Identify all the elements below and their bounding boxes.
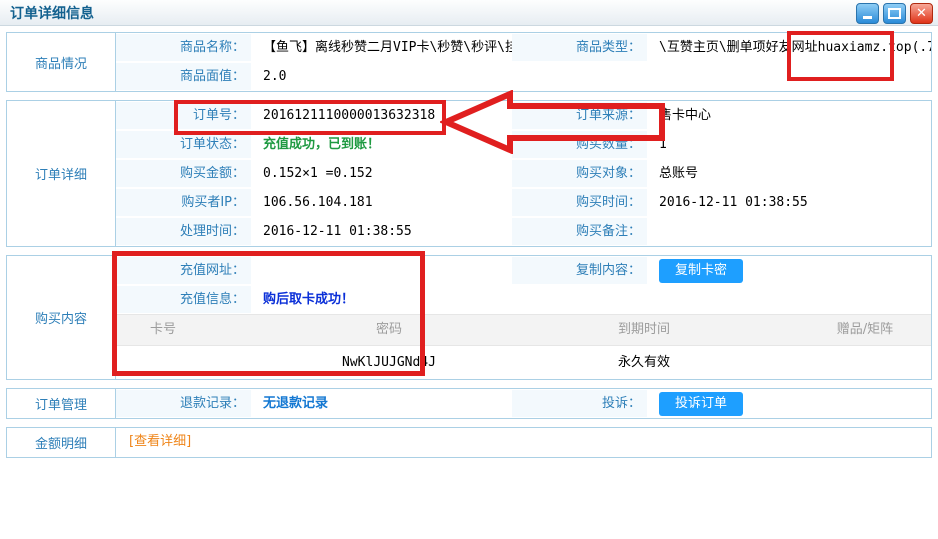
panel-order: 订单详细 订单号： 2016121110000013632318 订单来源： 售…: [6, 100, 932, 247]
password-cell: NwKlJUJGNd4J: [289, 346, 489, 379]
buy-quantity-label: 购买数量：: [512, 131, 647, 158]
panel-manage: 订单管理 退款记录： 无退款记录 投诉： 投诉订单: [6, 388, 932, 419]
order-status-label: 订单状态：: [116, 131, 251, 158]
page-title: 订单详细信息: [10, 3, 94, 23]
row-recharge-info: 充值信息： 购后取卡成功！: [116, 285, 931, 314]
product-type-value: \互赞主页\删单项好友网址huaxiamz.top(.7517: [647, 33, 931, 62]
maximize-button[interactable]: [883, 3, 906, 24]
buy-time-label: 购买时间：: [512, 189, 647, 216]
order-status-value: 充值成功，已到账！: [251, 130, 512, 159]
process-time-value: 2016-12-11 01:38:55: [251, 217, 512, 246]
section-title-purchase: 购买内容: [7, 256, 116, 379]
card-no-header: 卡号: [116, 315, 289, 345]
panel-amount: 金额明细 [查看详细]: [6, 427, 932, 458]
buyer-ip-label: 购买者IP：: [116, 189, 251, 216]
buy-amount-label: 购买金额：: [116, 160, 251, 187]
buy-target-value: 总账号: [647, 159, 931, 188]
order-no-value: 2016121110000013632318: [251, 101, 512, 130]
buy-quantity-value: 1: [647, 130, 931, 159]
buy-remark-value: [647, 217, 931, 246]
expiry-cell: 永久有效: [489, 346, 799, 379]
card-table-header: 卡号 密码 到期时间 赠品/矩阵: [116, 314, 931, 346]
expiry-header: 到期时间: [489, 315, 799, 345]
card-no-cell: [116, 346, 289, 379]
row-order-3: 购买者IP： 106.56.104.181 购买时间： 2016-12-11 0…: [116, 188, 931, 217]
recharge-info-label: 充值信息：: [116, 286, 251, 313]
copy-card-secret-button[interactable]: 复制卡密: [659, 259, 743, 283]
row-order-4: 处理时间： 2016-12-11 01:38:55 购买备注：: [116, 217, 931, 246]
section-title-order: 订单详细: [7, 101, 116, 246]
buy-target-label: 购买对象：: [512, 160, 647, 187]
maximize-icon: [888, 8, 901, 19]
card-table-row: NwKlJUJGNd4J 永久有效: [116, 346, 931, 379]
row-order-1: 订单状态： 充值成功，已到账！ 购买数量： 1: [116, 130, 931, 159]
row-recharge-url: 充值网址： 复制内容： 复制卡密: [116, 256, 931, 285]
row-order-0: 订单号： 2016121110000013632318 订单来源： 售卡中心: [116, 101, 931, 130]
recharge-url-label: 充值网址：: [116, 257, 251, 284]
row-product-face: 商品面值： 2.0: [116, 62, 931, 91]
titlebar: 订单详细信息: [0, 0, 938, 26]
row-product-name-type: 商品名称： 【鱼飞】离线秒赞二月VIP卡\秒赞\秒评\挂挂 商品类型： \互赞主…: [116, 33, 931, 62]
refund-record-label: 退款记录：: [116, 390, 251, 417]
product-face-value: 2.0: [251, 62, 512, 91]
buyer-ip-value: 106.56.104.181: [251, 188, 512, 217]
row-amount: [查看详细]: [116, 428, 931, 457]
gift-header: 赠品/矩阵: [799, 315, 931, 345]
row-manage: 退款记录： 无退款记录 投诉： 投诉订单: [116, 389, 931, 418]
product-name-label: 商品名称：: [116, 34, 251, 61]
section-title-manage: 订单管理: [7, 389, 116, 418]
recharge-info-value: 购后取卡成功！: [251, 285, 512, 314]
section-title-product: 商品情况: [7, 33, 116, 91]
product-type-label: 商品类型：: [512, 34, 647, 61]
panel-purchase: 购买内容 充值网址： 复制内容： 复制卡密 充值信息： 购后取卡成功！ 卡号 密…: [6, 255, 932, 380]
complaint-label: 投诉：: [512, 390, 647, 417]
panel-product: 商品情况 商品名称： 【鱼飞】离线秒赞二月VIP卡\秒赞\秒评\挂挂 商品类型：…: [6, 32, 932, 92]
section-title-amount: 金额明细: [7, 428, 116, 457]
product-name-value: 【鱼飞】离线秒赞二月VIP卡\秒赞\秒评\挂挂: [251, 33, 512, 62]
view-detail-link[interactable]: [查看详细]: [116, 428, 191, 457]
order-source-label: 订单来源：: [512, 102, 647, 129]
copy-content-label: 复制内容：: [512, 257, 647, 284]
minimize-button[interactable]: [856, 3, 879, 24]
close-button[interactable]: ✕: [910, 3, 933, 24]
refund-record-value: 无退款记录: [251, 389, 512, 418]
complain-order-button[interactable]: 投诉订单: [659, 392, 743, 416]
order-no-label: 订单号：: [116, 102, 251, 129]
password-header: 密码: [289, 315, 489, 345]
gift-cell: [799, 346, 931, 379]
minimize-icon: [863, 16, 872, 19]
row-order-2: 购买金额： 0.152×1 =0.152 购买对象： 总账号: [116, 159, 931, 188]
order-source-value: 售卡中心: [647, 101, 931, 130]
process-time-label: 处理时间：: [116, 218, 251, 245]
buy-amount-value: 0.152×1 =0.152: [251, 159, 512, 188]
recharge-url-value: [251, 256, 512, 285]
close-icon: ✕: [916, 6, 927, 21]
buy-time-value: 2016-12-11 01:38:55: [647, 188, 931, 217]
product-face-label: 商品面值：: [116, 63, 251, 90]
window-controls: ✕: [856, 3, 933, 24]
buy-remark-label: 购买备注：: [512, 218, 647, 245]
